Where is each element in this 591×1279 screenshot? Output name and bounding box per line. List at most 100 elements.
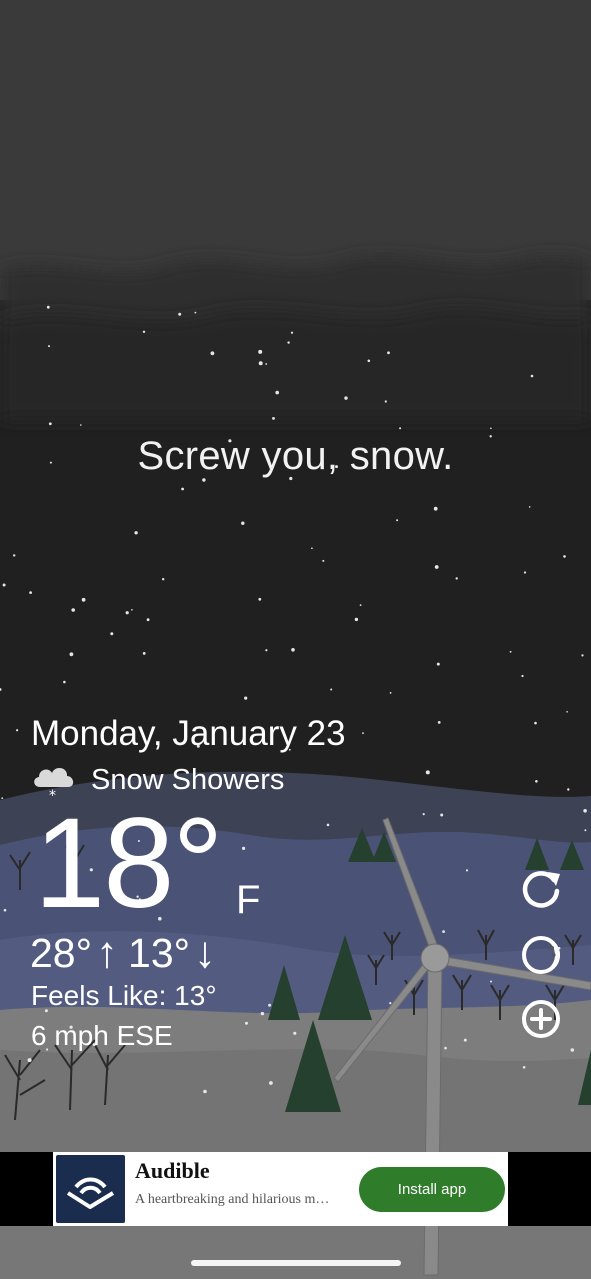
snowflake <box>131 609 133 611</box>
snowflake <box>436 662 440 666</box>
snowflake <box>142 330 146 333</box>
snowflake <box>181 487 185 491</box>
snowflake <box>29 591 32 594</box>
snowflake <box>367 359 371 363</box>
snowflake <box>265 363 268 365</box>
snowflake <box>178 312 182 316</box>
snowflake <box>275 390 280 395</box>
snowflake <box>442 930 445 933</box>
snowflake <box>535 780 538 783</box>
snowflake <box>27 1058 32 1063</box>
snowflake <box>293 1031 297 1035</box>
snowflake <box>258 349 263 354</box>
snowflake <box>110 632 114 636</box>
refresh-button[interactable] <box>518 866 564 912</box>
snowflake <box>291 648 295 652</box>
snowflake <box>387 351 390 355</box>
snowflake <box>362 732 364 734</box>
snowflake <box>194 311 197 314</box>
ad-card[interactable]: Audible A heartbreaking and hilarious m…… <box>53 1152 508 1226</box>
snowflake <box>242 846 246 851</box>
snowflake <box>63 680 66 684</box>
snowflake <box>522 1066 526 1069</box>
snowflake <box>521 674 524 678</box>
snowflake <box>465 869 469 872</box>
ad-title: Audible <box>135 1158 210 1183</box>
add-location-button[interactable] <box>518 996 564 1042</box>
snowflake <box>287 341 290 344</box>
snowflake <box>258 597 262 601</box>
snowflake <box>344 396 348 400</box>
snowflake <box>384 400 387 403</box>
moon-phase-icon <box>522 936 560 974</box>
temperature-unit: F <box>236 878 261 922</box>
snowflake <box>260 1011 265 1016</box>
snowflake <box>490 427 492 430</box>
low-temp: 13° <box>128 929 191 976</box>
snowflake <box>142 652 146 655</box>
snowflake <box>272 417 275 420</box>
snowflake <box>566 711 568 713</box>
snowflake <box>437 721 441 724</box>
snowflake <box>422 813 425 816</box>
snowflake <box>1 797 4 799</box>
snowflake <box>434 565 439 569</box>
tagline: Screw you, snow. <box>137 434 454 478</box>
home-indicator[interactable] <box>191 1260 401 1266</box>
snowflake <box>528 506 531 508</box>
snowflake <box>567 788 570 791</box>
add-location-icon <box>522 1000 560 1038</box>
ad-banner[interactable]: Audible A heartbreaking and hilarious m…… <box>0 1152 591 1226</box>
snowflake <box>71 608 75 612</box>
snowflake <box>269 1081 273 1085</box>
snowflake <box>16 729 19 732</box>
snowflake <box>326 823 330 827</box>
snowflake <box>490 980 492 983</box>
snowflake <box>444 1046 447 1050</box>
snowflake <box>563 555 566 558</box>
snowflake <box>583 809 587 813</box>
snowflake <box>389 692 392 694</box>
snowflake <box>69 652 74 657</box>
snowflake <box>534 721 537 725</box>
snowflake <box>265 649 268 652</box>
audible-logo <box>56 1155 125 1223</box>
snowflake <box>570 1048 575 1052</box>
ad-description: A heartbreaking and hilarious m… <box>135 1192 330 1207</box>
wind-speed: 6 mph ESE <box>31 1020 173 1051</box>
snowflake <box>146 618 150 622</box>
snowflake <box>389 1002 392 1005</box>
snowflake <box>509 650 512 653</box>
snowflake <box>241 521 245 525</box>
snowflake <box>463 1038 467 1042</box>
snowflake <box>581 654 584 657</box>
snowflake <box>399 427 402 430</box>
current-temperature: 18° <box>34 792 224 935</box>
snowflake <box>433 506 438 511</box>
snowflake <box>245 1021 248 1025</box>
snowflake <box>258 361 263 366</box>
snowflake <box>48 422 52 426</box>
high-low-temps: 28° ↑ 13° ↓ <box>30 928 226 978</box>
snowflake <box>210 351 215 356</box>
background-scene <box>0 0 591 1279</box>
high-temp: 28° <box>30 929 93 976</box>
snowflake <box>584 829 587 832</box>
snowflake <box>244 696 248 700</box>
forecast-date: Monday, January 23 <box>31 714 346 753</box>
arrow-down-icon: ↓ <box>194 928 217 977</box>
arrow-up-icon: ↑ <box>96 928 119 977</box>
snowflake <box>3 908 7 912</box>
snowflake <box>311 547 313 549</box>
snowflake <box>125 611 129 615</box>
snowflake <box>455 577 458 580</box>
snowflake <box>203 1089 207 1094</box>
snowflake <box>330 688 333 691</box>
snowflake <box>354 617 359 622</box>
refresh-icon <box>522 871 560 908</box>
moon-phase-button[interactable] <box>518 932 564 978</box>
snowflake <box>359 604 362 606</box>
snowflake <box>46 305 50 309</box>
install-app-button[interactable]: Install app <box>359 1167 505 1212</box>
snowflake <box>81 597 86 602</box>
